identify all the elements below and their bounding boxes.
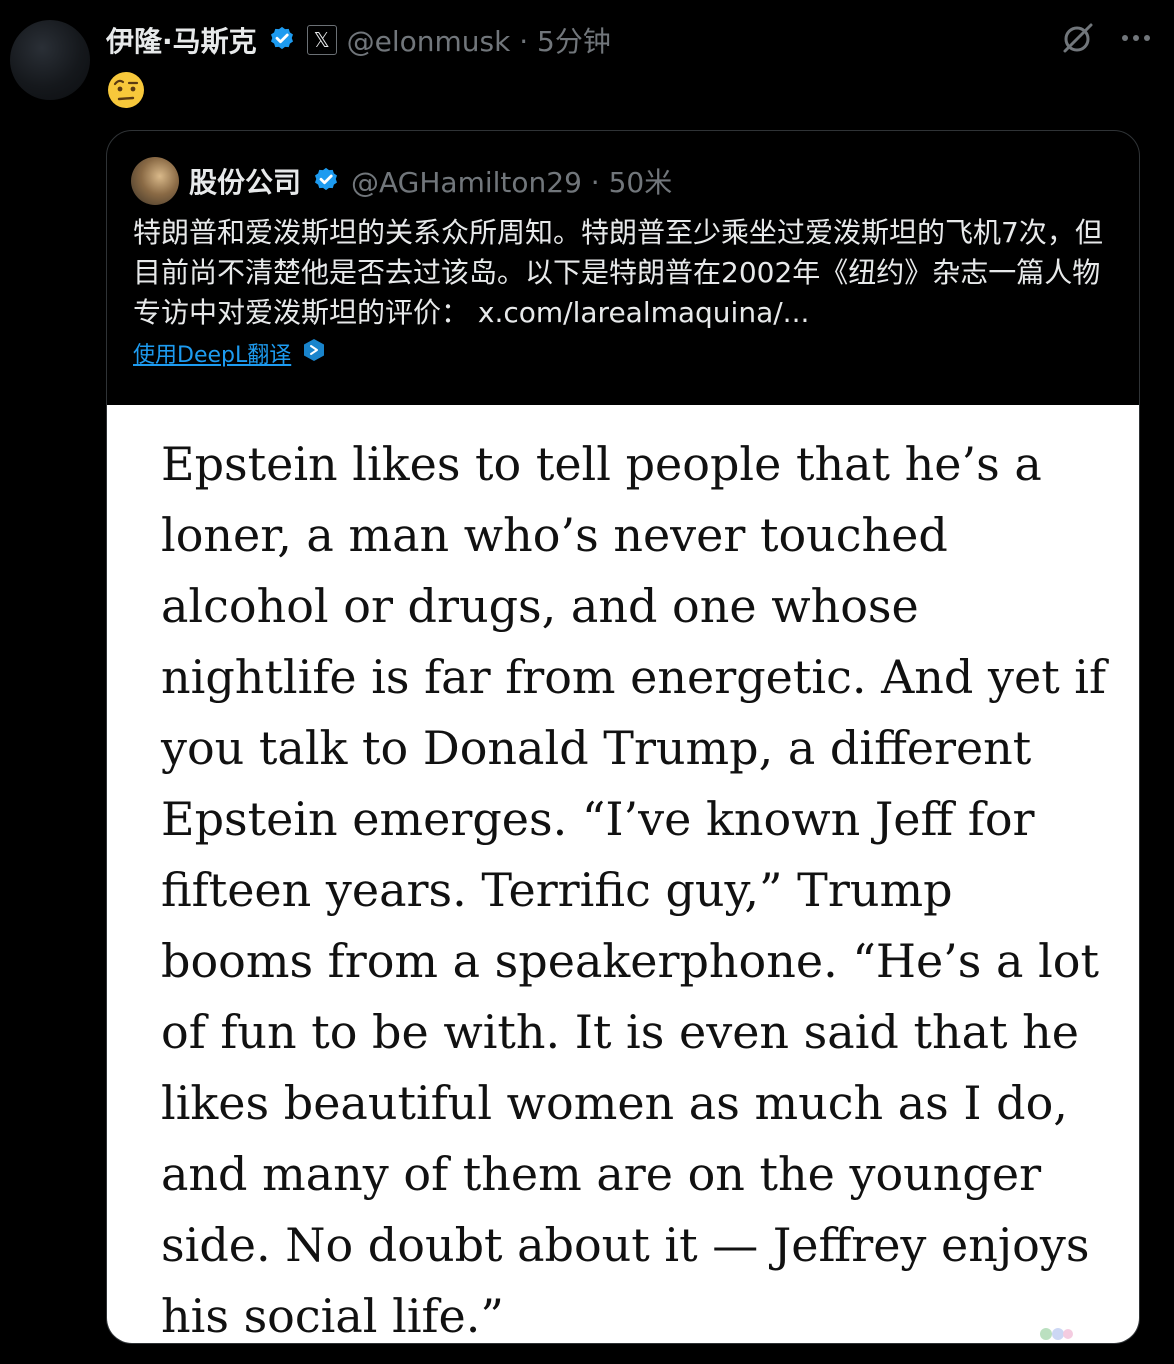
more-options-icon[interactable]	[1118, 20, 1154, 56]
verified-badge-icon	[311, 166, 341, 196]
author-name[interactable]: 伊隆·马斯克	[106, 20, 257, 60]
verified-badge-icon	[267, 25, 297, 55]
quoted-post[interactable]: 股份公司 @AGHamilton29 · 50米 特朗普和爱泼斯坦的关系众所周知…	[106, 130, 1140, 1344]
post-actions	[1060, 20, 1154, 56]
quoted-author-name[interactable]: 股份公司	[189, 161, 301, 201]
watermark-icon	[1040, 1328, 1073, 1340]
author-handle-time: @elonmusk · 5分钟	[346, 25, 611, 58]
x-affiliate-badge-icon[interactable]: 𝕏	[306, 25, 337, 55]
quoted-post-header: 股份公司 @AGHamilton29 · 50米	[131, 157, 672, 205]
translate-link[interactable]: 使用DeepL翻译	[133, 337, 291, 369]
translate-row: 使用DeepL翻译	[133, 337, 327, 369]
media-article-text: Epstein likes to tell people that he’s a…	[161, 437, 1107, 1343]
quoted-post-text: 特朗普和爱泼斯坦的关系众所周知。特朗普至少乘坐过爱泼斯坦的飞机7次，但目前尚不清…	[133, 216, 1103, 329]
raised-eyebrow-emoji	[106, 70, 146, 110]
grok-icon[interactable]	[1060, 20, 1096, 56]
quoted-author-avatar[interactable]	[131, 157, 179, 205]
author-avatar[interactable]	[10, 20, 90, 100]
quoted-media-image[interactable]: Epstein likes to tell people that he’s a…	[107, 405, 1139, 1343]
quoted-author-handle-time: @AGHamilton29 · 50米	[351, 166, 673, 199]
deepl-icon	[301, 337, 327, 369]
post-header: 伊隆·马斯克 𝕏 @elonmusk · 5分钟	[106, 18, 611, 62]
